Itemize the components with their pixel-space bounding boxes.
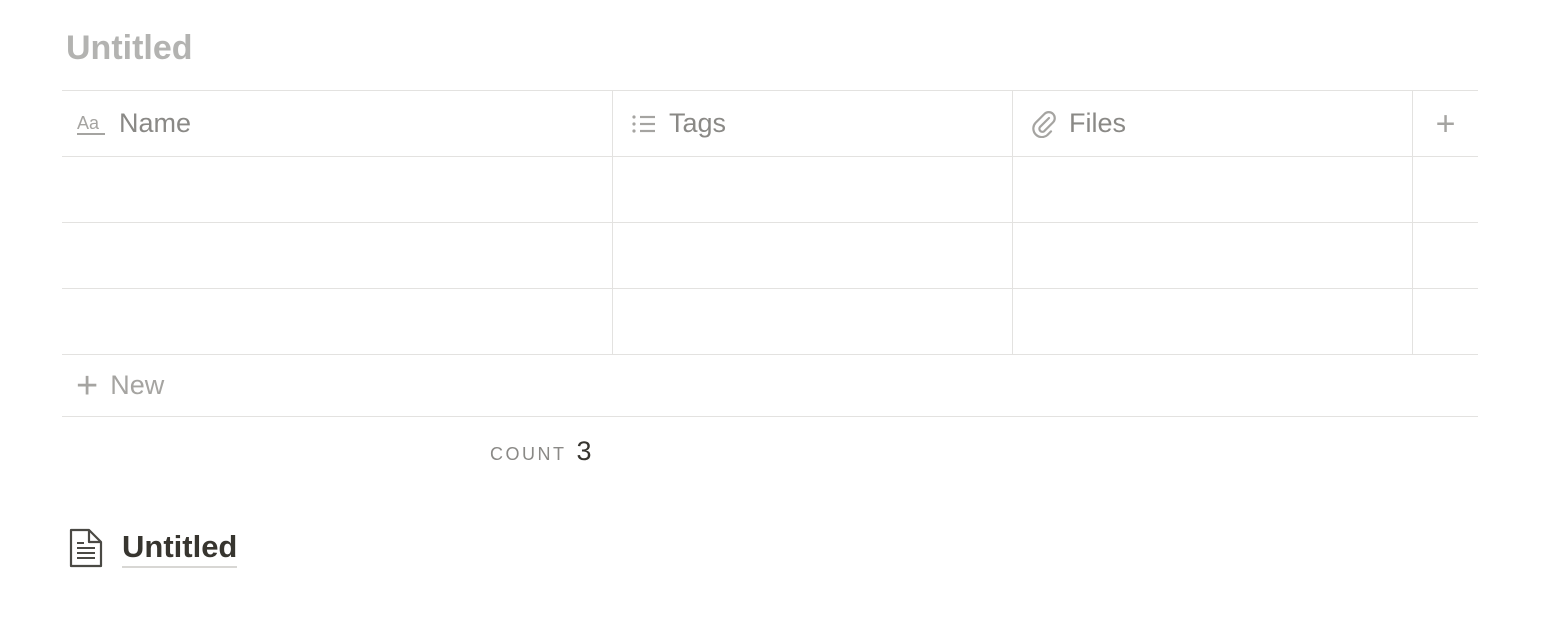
- cell-spacer: [1413, 157, 1478, 222]
- cell-files[interactable]: [1013, 289, 1413, 354]
- count-value: 3: [576, 436, 592, 466]
- add-column-button[interactable]: +: [1413, 91, 1478, 156]
- new-row-label: New: [110, 370, 165, 400]
- cell-spacer: [1413, 289, 1478, 354]
- page: Untitled Aa Name Tags Files + + New COUN…: [0, 0, 1546, 642]
- page-link[interactable]: Untitled: [68, 528, 238, 568]
- list-property-icon: [631, 112, 657, 136]
- column-header-tags[interactable]: Tags: [613, 91, 1013, 156]
- cell-tags[interactable]: [613, 157, 1013, 222]
- page-link-title[interactable]: Untitled: [122, 528, 238, 568]
- table-row[interactable]: [62, 289, 1478, 355]
- cell-name[interactable]: [62, 223, 613, 288]
- count-label: COUNT: [490, 444, 567, 464]
- cell-spacer: [1413, 223, 1478, 288]
- plus-icon: +: [76, 364, 99, 407]
- plus-icon: +: [1435, 104, 1456, 143]
- new-row-button[interactable]: + New: [62, 355, 1478, 417]
- column-header-label: Tags: [669, 108, 727, 138]
- document-icon: [68, 528, 104, 568]
- table-row[interactable]: [62, 223, 1478, 289]
- table-row[interactable]: [62, 157, 1478, 223]
- column-header-name[interactable]: Aa Name: [62, 91, 613, 156]
- cell-files[interactable]: [1013, 223, 1413, 288]
- cell-name[interactable]: [62, 157, 613, 222]
- cell-tags[interactable]: [613, 223, 1013, 288]
- cell-name[interactable]: [62, 289, 613, 354]
- cell-tags[interactable]: [613, 289, 1013, 354]
- text-property-icon: Aa: [77, 111, 107, 137]
- database-table: Aa Name Tags Files + + New: [62, 90, 1478, 417]
- svg-text:Aa: Aa: [77, 113, 100, 133]
- paperclip-icon: [1031, 110, 1057, 138]
- cell-files[interactable]: [1013, 157, 1413, 222]
- table-header-row: Aa Name Tags Files +: [62, 91, 1478, 157]
- count-aggregation[interactable]: COUNT 3: [490, 436, 592, 467]
- database-title[interactable]: Untitled: [66, 26, 193, 70]
- column-header-label: Files: [1069, 108, 1127, 138]
- column-header-label: Name: [119, 108, 192, 138]
- column-header-files[interactable]: Files: [1013, 91, 1413, 156]
